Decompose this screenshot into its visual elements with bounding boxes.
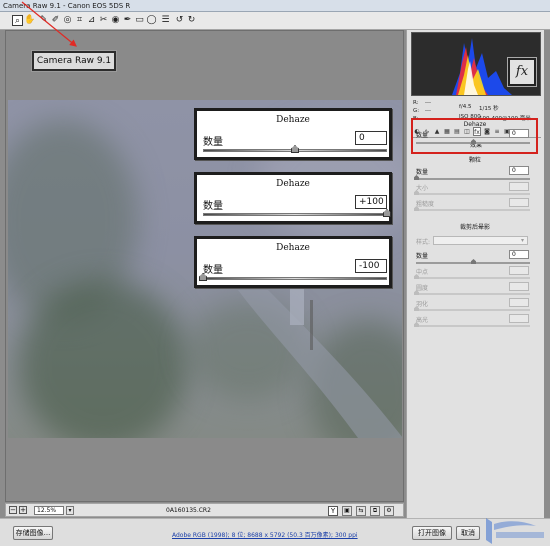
rotate-left-icon[interactable]: ↺ xyxy=(174,15,185,26)
chevron-down-icon: ▾ xyxy=(520,237,524,244)
dehaze-amount-label: 数量 xyxy=(203,137,223,148)
dehaze-amount-label: 数量 xyxy=(203,201,223,212)
grain-amount-slider[interactable] xyxy=(416,178,530,180)
zoom-icon[interactable]: ⌕ xyxy=(12,15,23,26)
radial-filter-icon[interactable]: ◯ xyxy=(146,15,157,26)
filename-label: 0A160135.CR2 xyxy=(166,507,211,514)
footer: 存储图像... Adobe RGB (1998); 8 位; 8688 x 57… xyxy=(0,518,550,546)
feather-slider xyxy=(416,309,530,311)
grain-size-input xyxy=(509,182,529,191)
dehaze-slider-track[interactable] xyxy=(203,277,387,280)
aperture-value: f/4.5 xyxy=(459,104,472,110)
red-eye-icon[interactable]: ◉ xyxy=(110,15,121,26)
grain-roughness-label: 粗糙度 xyxy=(416,201,435,208)
dehaze-amount-label: 数量 xyxy=(203,265,223,276)
window-title: Camera Raw 9.1 - Canon EOS 5DS R xyxy=(3,2,131,10)
zoom-dropdown-icon[interactable]: ▾ xyxy=(66,506,74,515)
fx-icon-label: fx xyxy=(515,64,529,79)
grain-roughness-slider xyxy=(416,209,530,211)
preview-toggle-icon[interactable]: ▣ xyxy=(342,506,352,516)
color-sampler-icon[interactable]: ✐ xyxy=(50,15,61,26)
dehaze-panel-title: Dehaze xyxy=(276,243,310,253)
zoom-out-button[interactable]: − xyxy=(9,506,17,514)
zoom-in-button[interactable]: + xyxy=(19,506,27,514)
hand-icon[interactable]: ✋ xyxy=(24,15,35,26)
toolbar: ⌕ ✋ ✎ ✐ ◎ ⌗ ⊿ ✂ ◉ ✒ ▭ ◯ ☰ ↺ ↻ xyxy=(0,12,550,30)
copy-settings-icon[interactable]: ⧉ xyxy=(370,506,380,516)
straighten-icon[interactable]: ⊿ xyxy=(86,15,97,26)
preview-settings-icon[interactable]: ⚙ xyxy=(384,506,394,516)
feather-input xyxy=(509,298,529,307)
shutter-value: 1/15 秒 xyxy=(479,106,499,112)
dehaze-amount-input[interactable]: -100 xyxy=(355,259,387,273)
cancel-button[interactable]: 取消 xyxy=(456,526,480,540)
grain-size-slider xyxy=(416,193,530,195)
save-image-button[interactable]: 存储图像... xyxy=(13,526,53,540)
grain-amount-input[interactable]: 0 xyxy=(509,166,529,175)
dehaze-panel-title: Dehaze xyxy=(276,179,310,189)
dehaze-panel-plus: Dehaze 数量 +100 xyxy=(194,172,392,224)
version-badge: Camera Raw 9.1 xyxy=(32,51,116,71)
site-watermark-logo xyxy=(486,518,544,544)
r-value: --- xyxy=(425,100,431,106)
preferences-icon[interactable]: ☰ xyxy=(160,15,171,26)
highlights-label: 高光 xyxy=(416,317,429,324)
rotate-right-icon[interactable]: ↻ xyxy=(186,15,197,26)
midpoint-slider xyxy=(416,277,530,279)
adjustment-brush-icon[interactable]: ✒ xyxy=(122,15,133,26)
roundness-input xyxy=(509,282,529,291)
roundness-label: 圆度 xyxy=(416,285,429,292)
swap-icon[interactable]: ⇆ xyxy=(356,506,366,516)
spot-removal-icon[interactable]: ✂ xyxy=(98,15,109,26)
g-label: G: xyxy=(413,108,420,114)
dehaze-panel-title: Dehaze xyxy=(276,115,310,125)
crop-icon[interactable]: ⌗ xyxy=(74,15,85,26)
highlights-slider xyxy=(416,325,530,327)
feather-label: 羽化 xyxy=(416,301,429,308)
dehaze-amount-input[interactable]: +100 xyxy=(355,195,387,209)
vignette-amount-label: 数量 xyxy=(416,253,429,260)
dehaze-highlight-box xyxy=(411,118,538,154)
dehaze-slider-thumb[interactable] xyxy=(291,145,299,153)
before-after-icon[interactable]: Y xyxy=(328,506,338,516)
dehaze-slider-thumb[interactable] xyxy=(383,209,391,217)
style-label: 样式: xyxy=(416,239,431,246)
graduated-filter-icon[interactable]: ▭ xyxy=(134,15,145,26)
dehaze-panel-minus: Dehaze 数量 -100 xyxy=(194,236,392,288)
workflow-options-link[interactable]: Adobe RGB (1998); 8 位; 8688 x 5792 (50.3… xyxy=(172,530,358,539)
open-image-button[interactable]: 打开图像 xyxy=(412,526,452,540)
r-label: R: xyxy=(413,100,419,106)
midpoint-label: 中点 xyxy=(416,269,429,276)
style-select: ▾ xyxy=(433,236,528,245)
highlights-input xyxy=(509,314,529,323)
zoom-level-select[interactable]: 12.5% xyxy=(34,506,64,515)
vignette-section-title: 裁剪后晕影 xyxy=(459,224,490,231)
grain-amount-label: 数量 xyxy=(416,169,429,176)
g-value: --- xyxy=(425,108,431,114)
white-balance-icon[interactable]: ✎ xyxy=(38,15,49,26)
status-bar: − + 12.5% ▾ 0A160135.CR2 Y ▣ ⇆ ⧉ ⚙ xyxy=(5,503,404,517)
roundness-slider xyxy=(416,293,530,295)
grain-section-title: 颗粒 xyxy=(468,157,481,164)
window-title-bar: Camera Raw 9.1 - Canon EOS 5DS R xyxy=(0,0,550,12)
grain-size-label: 大小 xyxy=(416,185,429,192)
vignette-amount-input[interactable]: 0 xyxy=(509,250,529,259)
grain-roughness-input xyxy=(509,198,529,207)
dehaze-slider-track[interactable] xyxy=(203,213,387,216)
midpoint-input xyxy=(509,266,529,275)
targeted-adjustment-icon[interactable]: ◎ xyxy=(62,15,73,26)
fx-icon: fx xyxy=(508,58,536,86)
dehaze-panel-zero: Dehaze 数量 0 xyxy=(194,108,392,160)
version-badge-label: Camera Raw 9.1 xyxy=(36,56,112,66)
dehaze-amount-input[interactable]: 0 xyxy=(355,131,387,145)
